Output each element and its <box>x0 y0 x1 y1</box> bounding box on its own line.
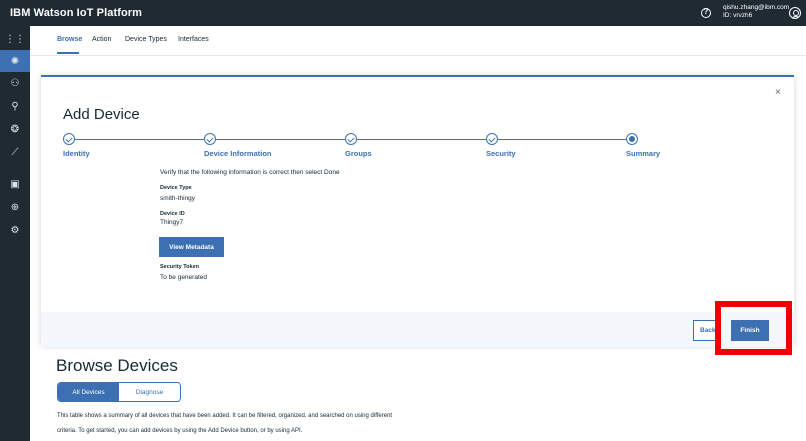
app-title[interactable]: IBM Watson IoT Platform <box>10 7 142 19</box>
device-id-label: Device ID <box>160 211 185 217</box>
user-org-id: ID: vrvzh6 <box>723 12 753 19</box>
apps-grid-icon: ⋮⋮ <box>5 33 25 45</box>
step-summary[interactable]: Summary <box>626 149 660 158</box>
sidebar: ⋮⋮ ✺ ⚇ ⚲ ❂ ⟋ ▣ ⊕ ⚙ <box>0 26 30 441</box>
device-type-value: smith-thingy <box>160 195 196 202</box>
finish-highlight-box <box>715 301 792 355</box>
step-complete-icon <box>486 133 498 145</box>
extensions-icon: ▣ <box>10 178 20 190</box>
settings-icon: ⚙ <box>10 224 20 236</box>
user-profile-icon[interactable] <box>789 7 801 19</box>
progress-line <box>75 139 204 140</box>
sidebar-item-settings[interactable]: ⚙ <box>0 219 30 241</box>
tabs-divider <box>30 55 806 56</box>
tab-browse[interactable]: Browse <box>57 36 82 43</box>
progress-line <box>357 139 486 140</box>
view-toggle: All Devices Diagnose <box>57 382 181 402</box>
step-complete-icon <box>345 133 357 145</box>
tab-action[interactable]: Action <box>92 36 111 43</box>
step-device-information[interactable]: Device Information <box>204 149 272 158</box>
tab-interfaces[interactable]: Interfaces <box>178 36 209 43</box>
step-identity[interactable]: Identity <box>63 149 90 158</box>
view-metadata-button[interactable]: View Metadata <box>159 237 224 257</box>
sidebar-item-extensions[interactable]: ▣ <box>0 173 30 195</box>
table-description-line-2: criteria. To get started, you can add de… <box>57 428 303 434</box>
security-token-label: Security Token <box>160 264 200 270</box>
sidebar-item-apps[interactable]: ⋮⋮ <box>0 28 30 50</box>
modal-footer: Back Finish <box>41 312 794 347</box>
user-email: qishu.zhang@ibm.com <box>723 4 790 11</box>
step-groups[interactable]: Groups <box>345 149 372 158</box>
analytics-icon: ⟋ <box>11 146 19 158</box>
close-icon[interactable]: × <box>775 87 781 98</box>
sidebar-item-members[interactable]: ⚇ <box>0 72 30 94</box>
sidebar-item-apps-person[interactable]: ⚲ <box>0 95 30 117</box>
top-bar: IBM Watson IoT Platform qishu.zhang@ibm.… <box>0 0 806 26</box>
table-description-line-1: This table shows a summary of all device… <box>57 413 393 419</box>
diagnose-toggle[interactable]: Diagnose <box>119 383 180 401</box>
verify-instructions: Verify that the following information is… <box>160 169 340 176</box>
device-id-value: Thingy7 <box>160 219 184 226</box>
modal-title: Add Device <box>63 106 140 123</box>
add-device-modal: Add Device × Identity Device Information… <box>41 75 794 347</box>
step-complete-icon <box>63 133 75 145</box>
active-tab-indicator <box>57 52 79 54</box>
security-lock-icon: ⊕ <box>10 201 20 213</box>
tab-device-types[interactable]: Device Types <box>125 36 167 43</box>
help-icon[interactable] <box>701 7 711 18</box>
rules-icon: ❂ <box>10 123 20 135</box>
devices-gear-icon: ✺ <box>10 55 20 67</box>
apps-person-icon: ⚲ <box>11 100 19 112</box>
step-complete-icon <box>204 133 216 145</box>
step-security[interactable]: Security <box>486 149 516 158</box>
step-current-icon <box>626 133 638 145</box>
device-type-label: Device Type <box>160 185 192 191</box>
sidebar-item-rules[interactable]: ❂ <box>0 118 30 140</box>
progress-line <box>498 139 626 140</box>
members-icon: ⚇ <box>10 77 20 89</box>
all-devices-toggle[interactable]: All Devices <box>58 383 119 401</box>
sidebar-item-devices[interactable]: ✺ <box>0 50 30 72</box>
page-title: Browse Devices <box>56 356 178 375</box>
back-button[interactable]: Back <box>693 320 717 341</box>
progress-line <box>216 139 345 140</box>
sidebar-item-security[interactable]: ⊕ <box>0 196 30 218</box>
sidebar-item-analytics[interactable]: ⟋ <box>0 141 30 163</box>
security-token-value: To be generated <box>160 274 207 281</box>
